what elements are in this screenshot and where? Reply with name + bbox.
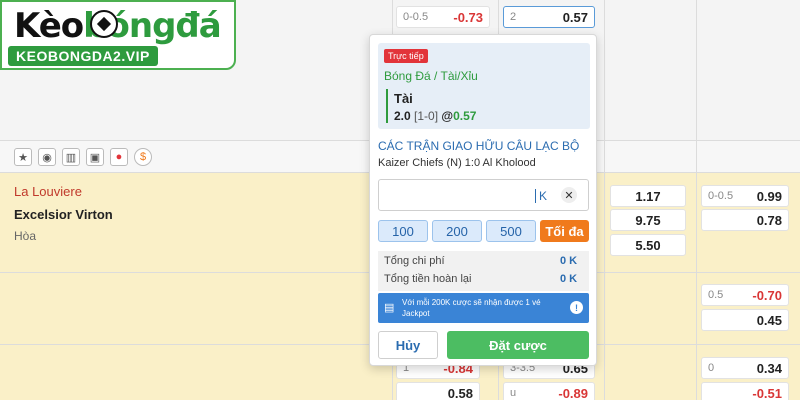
total-cost-label: Tổng chi phí (384, 255, 445, 267)
odds-cell[interactable]: 0.78 (701, 209, 789, 231)
info-icon[interactable]: ! (570, 301, 583, 314)
star-icon[interactable]: ★ (14, 148, 32, 166)
selection-name: Tài (394, 91, 413, 106)
odds-cell-selected[interactable]: 2 0.57 (503, 6, 595, 28)
odds-draw[interactable]: 5.50 (610, 234, 686, 256)
odds-cell[interactable]: -0.51 (701, 382, 789, 400)
odds-cell[interactable]: 0-0.5 0.99 (701, 185, 789, 207)
fire-icon[interactable]: ● (110, 148, 128, 166)
amount-100-button[interactable]: 100 (378, 220, 428, 242)
football-icon (90, 10, 118, 38)
logo-subtitle: KEOBONGDA2.VIP (8, 46, 158, 66)
clear-icon[interactable]: ✕ (561, 187, 577, 203)
coin-icon[interactable]: $ (134, 148, 152, 166)
jackpot-promo-text: Với mỗi 200K cược sẽ nhận được 1 vé Jack… (402, 298, 541, 318)
place-bet-button[interactable]: Đặt cược (447, 331, 589, 359)
amount-500-button[interactable]: 500 (486, 220, 536, 242)
field-icon[interactable]: ▣ (86, 148, 104, 166)
odds-cell[interactable]: u -0.89 (503, 382, 595, 400)
odds-cell[interactable]: 0.45 (701, 309, 789, 331)
stats-icon[interactable]: ▥ (62, 148, 80, 166)
odds-away[interactable]: 9.75 (610, 209, 686, 231)
live-badge: Trực tiếp (384, 49, 428, 63)
bet-selection-panel: Trực tiếp Bóng Đá / Tài/Xỉu Tài 2.0 [1-0… (378, 43, 590, 129)
amount-200-button[interactable]: 200 (432, 220, 482, 242)
draw-label: Hòa (14, 229, 37, 243)
site-logo[interactable]: Kèobóngđá KEOBONGDA2.VIP (0, 0, 236, 70)
away-team[interactable]: Excelsior Virton (14, 207, 113, 222)
eye-icon[interactable]: ◉ (38, 148, 56, 166)
selection-line: 2.0 [1-0] @0.57 (394, 109, 477, 123)
odds-cell[interactable]: 0.5 -0.70 (701, 284, 789, 306)
home-team[interactable]: La Louviere (14, 184, 82, 199)
stake-input[interactable]: K ✕ (378, 179, 589, 211)
max-stake-button[interactable]: Tối đa (540, 220, 589, 242)
cancel-button[interactable]: Hủy (378, 331, 438, 359)
odds-cell[interactable]: 0-0.5 -0.73 (396, 6, 490, 28)
odds-cell[interactable]: 0 0.34 (701, 357, 789, 379)
league-name: CÁC TRẬN GIAO HỮU CÂU LẠC BỘ (378, 139, 580, 153)
jackpot-promo-banner[interactable]: ▤ Với mỗi 200K cược sẽ nhận được 1 vé Ja… (378, 293, 589, 323)
ticket-icon: ▤ (384, 302, 395, 314)
odds-home[interactable]: 1.17 (610, 185, 686, 207)
total-return-label: Tổng tiền hoàn lại (384, 273, 472, 285)
fixture-name: Kaizer Chiefs (N) 1:0 Al Kholood (378, 157, 536, 169)
market-name: Bóng Đá / Tài/Xỉu (384, 69, 478, 83)
selection-accent (386, 89, 388, 123)
bet-slip: Trực tiếp Bóng Đá / Tài/Xỉu Tài 2.0 [1-0… (369, 34, 597, 366)
total-cost-value: 0 K (560, 255, 578, 267)
odds-cell[interactable]: 0.58 (396, 382, 480, 400)
total-return-value: 0 K (560, 273, 578, 285)
stake-suffix: K (535, 189, 547, 203)
